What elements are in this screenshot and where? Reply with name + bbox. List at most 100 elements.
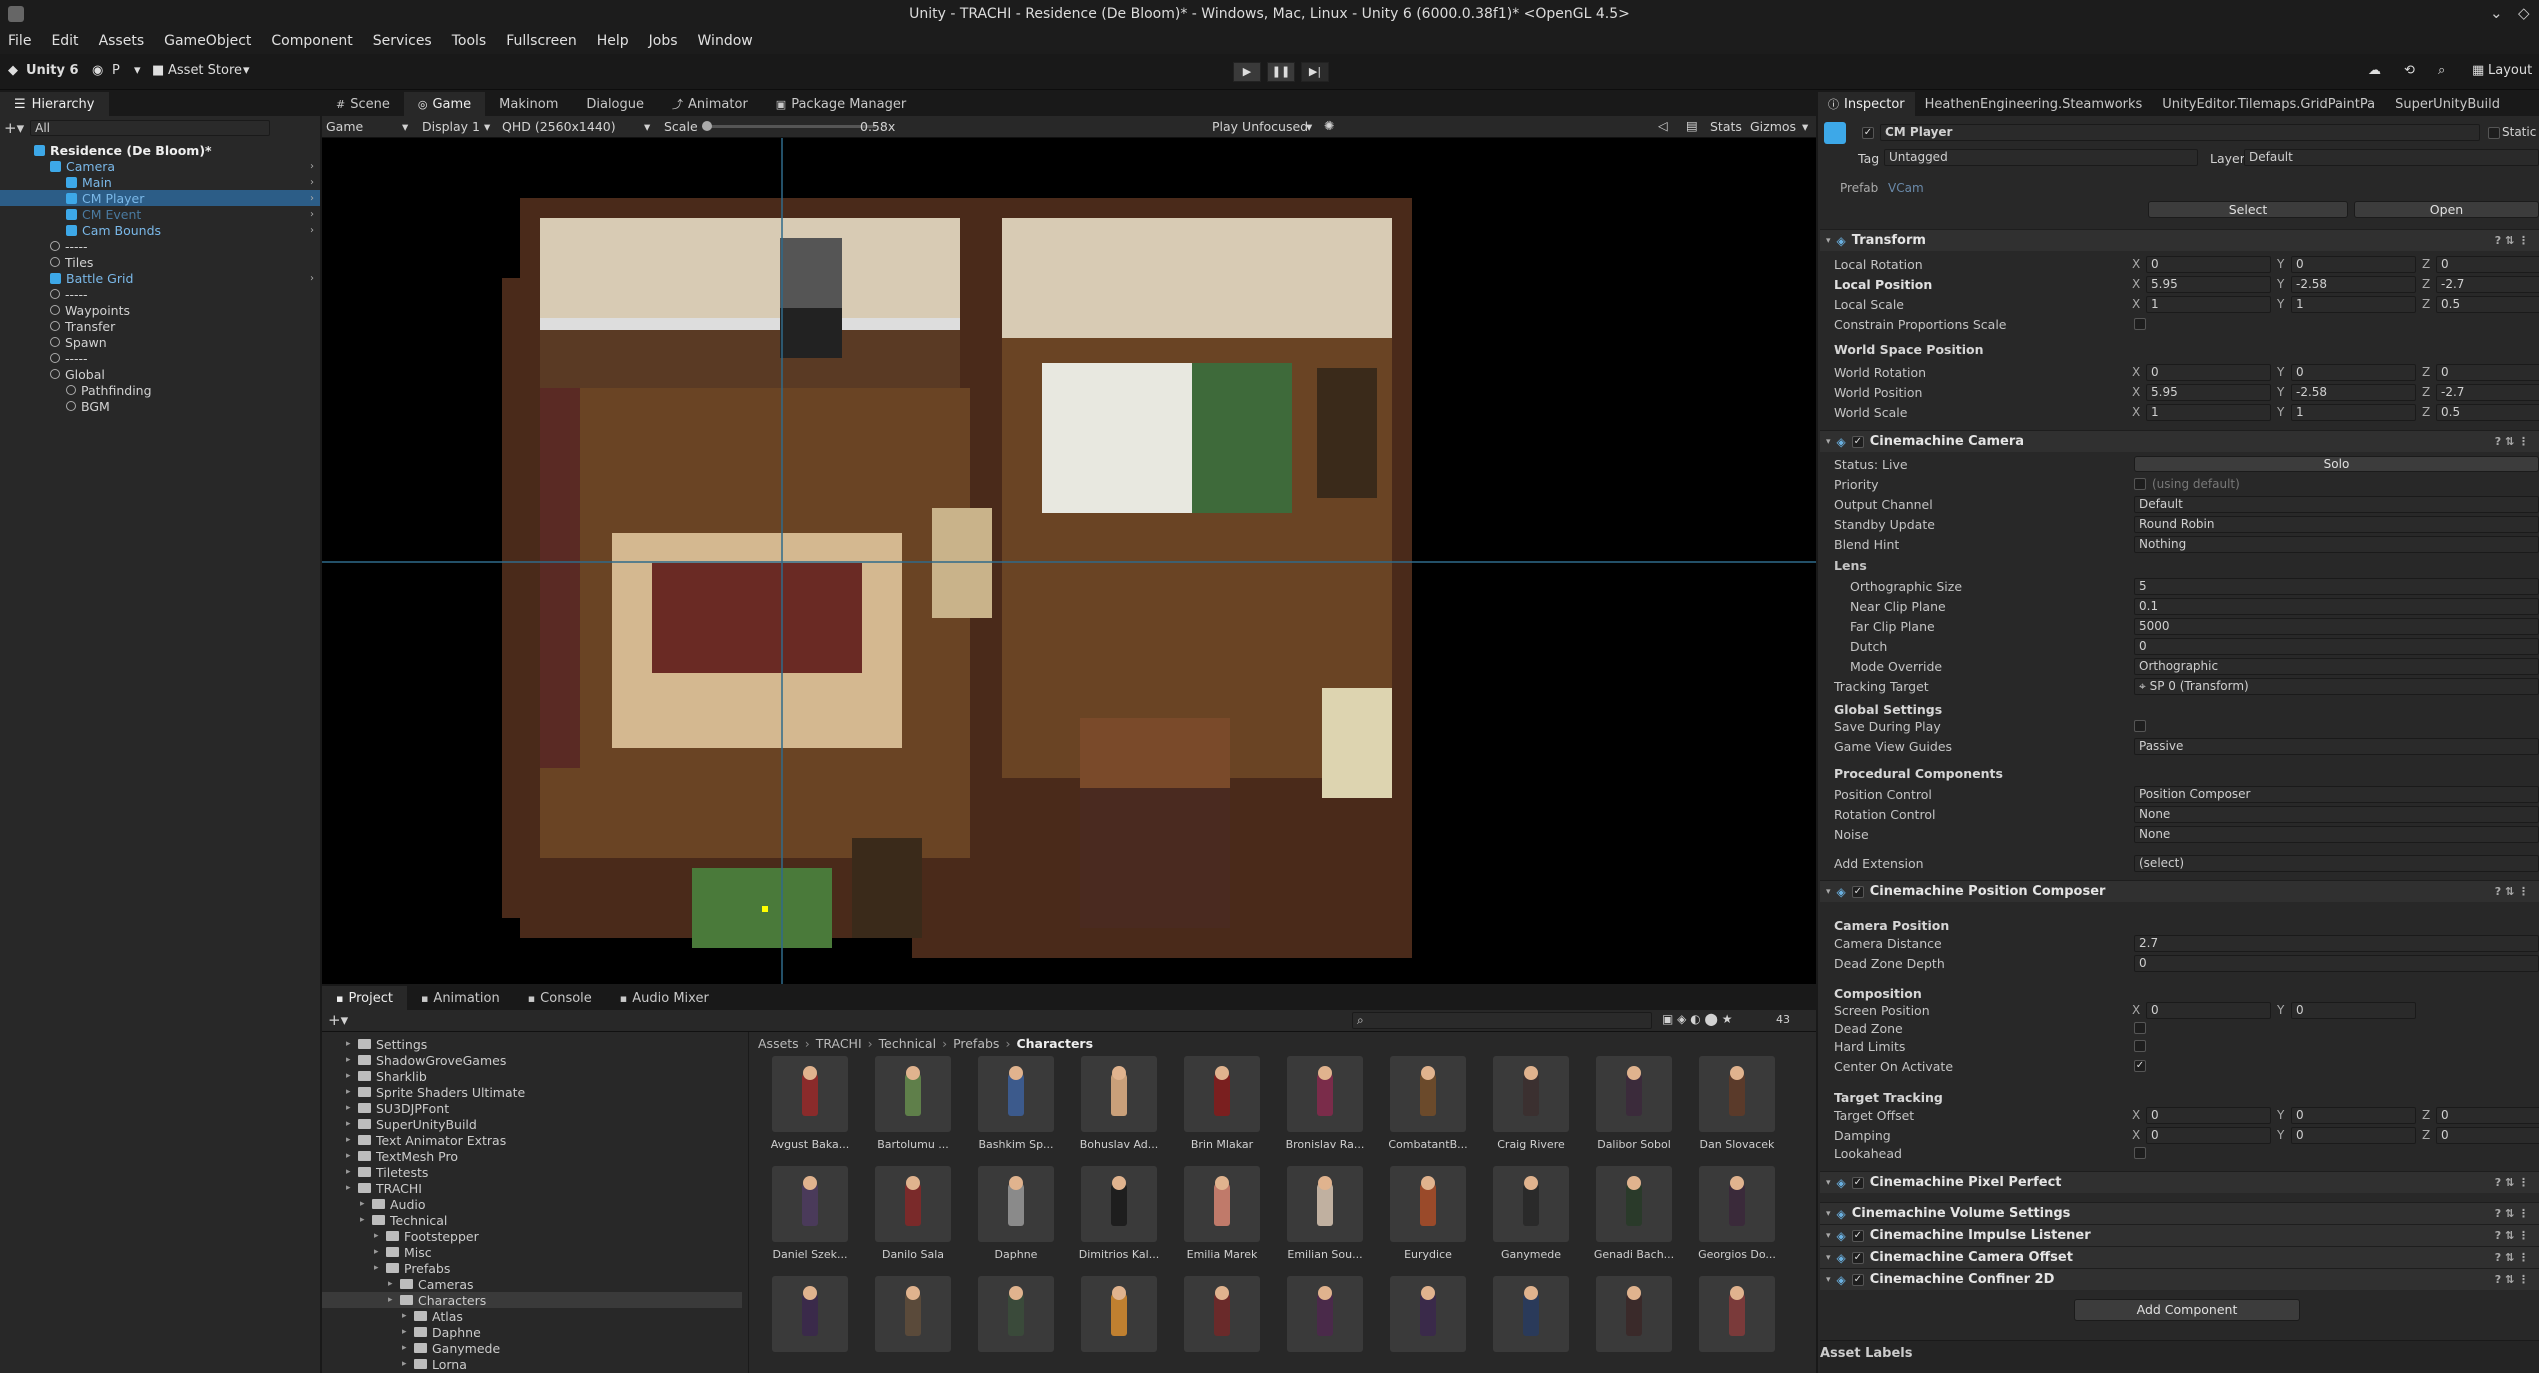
active-checkbox[interactable]: ✓ [1862,127,1874,139]
property-field[interactable]: (select) [2134,855,2539,872]
menu-services[interactable]: Services [373,33,432,49]
breadcrumb-item[interactable]: Characters [1016,1036,1093,1052]
search-icon[interactable]: ⌕ [2438,63,2445,78]
project-folder[interactable]: ▸ Sprite Shaders Ultimate [322,1084,742,1100]
foldout-arrow-icon[interactable]: ▾ [1826,437,1831,447]
tab-game[interactable]: ◎ Game [403,92,486,116]
hierarchy-item[interactable]: Cam Bounds › [0,222,320,238]
component-menu-icon[interactable]: ? ⇅ ⋮ [2495,885,2529,898]
static-checkbox[interactable] [2488,127,2500,139]
foldout-arrow-icon[interactable]: ▾ [1826,236,1831,246]
component-menu-icon[interactable]: ? ⇅ ⋮ [2495,1273,2529,1286]
tab-scene[interactable]: # Scene [322,92,404,116]
hierarchy-item[interactable]: ----- [0,286,320,302]
property-field[interactable]: Passive [2134,738,2539,755]
property-field[interactable]: ⌖ SP 0 (Transform) [2134,678,2539,695]
asset-item[interactable] [1180,1276,1264,1373]
tab-hierarchy[interactable]: ☰ Hierarchy [0,92,109,116]
hierarchy-item[interactable]: ----- [0,238,320,254]
asset-item[interactable] [768,1276,852,1373]
game-render[interactable] [322,138,1816,984]
hierarchy-item[interactable]: CM Event › [0,206,320,222]
layer-dropdown[interactable]: Default [2244,149,2539,166]
asset-item[interactable]: Dalibor Sobol [1592,1056,1676,1164]
property-field[interactable]: 0 [2134,955,2539,972]
menu-assets[interactable]: Assets [99,33,145,49]
menu-fullscreen[interactable]: Fullscreen [506,33,576,49]
vector-field-x[interactable]: 1 [2146,296,2271,313]
component-header[interactable]: ▾ ◈ Transform? ⇅ ⋮ [1820,229,2539,251]
property-checkbox[interactable] [2134,1147,2146,1159]
chevron-right-icon[interactable]: ▸ [346,1167,358,1177]
component-menu-icon[interactable]: ? ⇅ ⋮ [2495,1176,2529,1189]
asset-item[interactable]: Craig Rivere [1489,1056,1573,1164]
tab-animator[interactable]: ⤴ Animator [658,92,762,116]
project-folder[interactable]: ▸ Lorna [322,1356,742,1372]
vector-field-z[interactable]: 0 [2436,1107,2539,1124]
stats-button[interactable]: Stats [1710,119,1742,134]
property-checkbox[interactable] [2134,478,2146,490]
menu-help[interactable]: Help [597,33,629,49]
project-search-input[interactable]: ⌕ [1352,1012,1652,1029]
component-menu-icon[interactable]: ? ⇅ ⋮ [2495,1251,2529,1264]
vector-field-z[interactable]: -2.7 [2436,276,2539,293]
chevron-right-icon[interactable]: ▸ [402,1343,414,1353]
hierarchy-item[interactable]: CM Player › [0,190,320,206]
asset-item[interactable]: Daniel Szek... [768,1166,852,1274]
add-component-button[interactable]: Add Component [2074,1299,2300,1321]
property-field[interactable]: None [2134,806,2539,823]
menu-window[interactable]: Window [698,33,753,49]
vector-field-y[interactable]: -2.58 [2291,276,2416,293]
property-field[interactable]: Orthographic [2134,658,2539,675]
component-menu-icon[interactable]: ? ⇅ ⋮ [2495,435,2529,448]
asset-item[interactable]: Brin Mlakar [1180,1056,1264,1164]
asset-item[interactable]: Ganymede [1489,1166,1573,1274]
tag-dropdown[interactable]: Untagged [1884,149,2198,166]
chevron-right-icon[interactable]: ▸ [388,1279,400,1289]
hierarchy-item[interactable]: BGM [0,398,320,414]
vector-field-x[interactable]: 0 [2146,1127,2271,1144]
settings-icon[interactable]: ✺ [1324,118,1334,133]
component-header[interactable]: ▾ ◈ ✓ Cinemachine Camera? ⇅ ⋮ [1820,430,2539,452]
hierarchy-item[interactable]: Global [0,366,320,382]
minimize-icon[interactable]: ⌄ [2490,4,2503,22]
project-folder[interactable]: ▸ Audio [322,1196,742,1212]
asset-item[interactable] [1386,1276,1470,1373]
vector-field-x[interactable]: 5.95 [2146,384,2271,401]
project-folder[interactable]: ▸ TextMesh Pro [322,1148,742,1164]
display-dropdown[interactable]: Display 1 [422,119,480,134]
project-folder[interactable]: ▸ Tiletests [322,1164,742,1180]
vector-field-x[interactable]: 0 [2146,1107,2271,1124]
foldout-arrow-icon[interactable]: ▾ [1826,1253,1831,1263]
breadcrumb-item[interactable]: Prefabs [953,1036,999,1052]
play-mode-dropdown[interactable]: Play Unfocused [1212,119,1308,134]
property-field[interactable]: 0 [2134,638,2539,655]
asset-store-button[interactable]: Asset Store [168,63,242,78]
asset-item[interactable]: Danilo Sala [871,1166,955,1274]
chevron-right-icon[interactable]: ▸ [346,1087,358,1097]
asset-item[interactable]: Avgust Baka... [768,1056,852,1164]
project-folder[interactable]: ▸ Misc [322,1244,742,1260]
menu-file[interactable]: File [8,33,31,49]
chevron-right-icon[interactable]: ▸ [346,1039,358,1049]
project-folder[interactable]: ▸ Footstepper [322,1228,742,1244]
component-header[interactable]: ▾ ◈ ✓ Cinemachine Camera Offset? ⇅ ⋮ [1820,1246,2539,1268]
component-enabled-checkbox[interactable]: ✓ [1851,1229,1864,1242]
component-enabled-checkbox[interactable]: ✓ [1851,1273,1864,1286]
asset-item[interactable] [1077,1276,1161,1373]
chevron-right-icon[interactable]: ▸ [374,1231,386,1241]
vector-field-z[interactable]: 0 [2436,256,2539,273]
asset-item[interactable]: Bohuslav Ad... [1077,1056,1161,1164]
foldout-arrow-icon[interactable]: ▾ [1826,1275,1831,1285]
property-field[interactable]: Default [2134,496,2539,513]
asset-item[interactable]: Bronislav Ra... [1283,1056,1367,1164]
chevron-right-icon[interactable]: ▸ [402,1359,414,1369]
vector-field-y[interactable]: 1 [2291,296,2416,313]
gizmos-button[interactable]: Gizmos [1750,119,1796,134]
asset-item[interactable] [871,1276,955,1373]
tab-makinom[interactable]: Makinom [485,92,572,116]
asset-item[interactable] [1489,1276,1573,1373]
project-folder[interactable]: ▸ Prefabs [322,1260,742,1276]
component-enabled-checkbox[interactable]: ✓ [1851,1176,1864,1189]
chevron-right-icon[interactable]: ▸ [346,1183,358,1193]
